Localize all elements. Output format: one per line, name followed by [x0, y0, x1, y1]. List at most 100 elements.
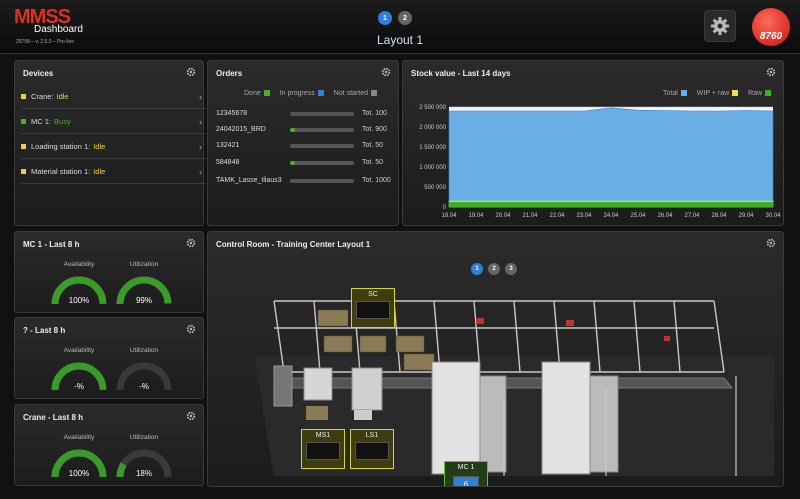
utilization-label: Utilization — [129, 261, 159, 268]
x-tick-label: 26.04 — [657, 213, 673, 219]
availability-label: Availability — [63, 434, 95, 441]
chevron-right-icon: › — [199, 92, 202, 102]
status-indicator — [21, 144, 26, 149]
station-tag-label: SC — [368, 291, 378, 298]
device-state: Idle — [93, 142, 106, 151]
x-tick-label: 19.04 — [468, 213, 484, 219]
device-name: Loading station 1: — [31, 142, 91, 151]
station-tag-screen — [356, 301, 390, 319]
scene-page-1[interactable]: 1 — [471, 263, 483, 275]
order-row[interactable]: 24042015_BRD Tot. 900 — [216, 124, 396, 138]
gear-icon[interactable] — [186, 324, 196, 334]
stock-panel: Stock value - Last 14 days Total WIP + r… — [402, 60, 784, 226]
legend-total: Total — [663, 90, 687, 97]
gear-icon[interactable] — [186, 67, 196, 77]
order-row[interactable]: 584848 Tot. 50 — [216, 157, 396, 171]
status-indicator — [21, 169, 26, 174]
orders-panel: Orders Done In progress Not started 1234… — [207, 60, 399, 226]
station-tag-ms1[interactable]: MS1 — [301, 429, 345, 469]
legend-not-started: Not started — [334, 90, 378, 97]
devices-panel: Devices Crane: Idle › MC 1: Busy › Loadi… — [14, 60, 206, 226]
station-tag-sc[interactable]: SC — [351, 288, 395, 328]
device-row-mc1[interactable]: MC 1: Busy › — [21, 110, 206, 134]
order-row[interactable]: 132421 Tot. 50 — [216, 140, 396, 154]
stock-legend: Total WIP + raw Raw — [663, 90, 772, 97]
order-progress-fill — [290, 128, 296, 132]
order-total: Tot. 50 — [362, 159, 384, 166]
stock-chart: 2 500 000 2 000 000 1 500 000 1 000 000 500 … — [419, 105, 781, 219]
top-bar: MMSS Dashboard 25758 – v. 2.5.0 – Pro li… — [0, 0, 800, 54]
station-tag-value: 6 — [453, 476, 479, 486]
legend-done: Done — [244, 90, 270, 97]
series-area-0 — [448, 107, 774, 208]
gear-icon[interactable] — [186, 238, 196, 248]
order-progress-bar — [290, 128, 354, 132]
brand-text: 8760 — [759, 31, 783, 42]
layout-page-1[interactable]: 1 — [378, 11, 392, 25]
utilization-value: 99% — [135, 296, 152, 305]
gear-icon[interactable] — [766, 238, 776, 248]
devices-title: Devices — [23, 69, 54, 78]
gear-icon[interactable] — [766, 67, 776, 77]
station-tag-label: MS1 — [315, 432, 331, 439]
status-indicator — [21, 119, 26, 124]
order-total: Tot. 900 — [362, 126, 387, 133]
availability-label: Availability — [63, 347, 95, 354]
version-text: 25758 – v. 2.5.0 – Pro line — [16, 39, 75, 45]
gauge-title: ? - Last 8 h — [23, 326, 66, 335]
availability-value: -% — [74, 382, 84, 391]
device-row-crane[interactable]: Crane: Idle › — [21, 85, 206, 109]
station-tag-ls1[interactable]: LS1 — [350, 429, 394, 469]
availability-label: Availability — [63, 261, 95, 268]
x-tick-label: 28.04 — [711, 213, 727, 219]
gauge-panel-unknown: ? - Last 8 h Availability Utilization -%… — [14, 317, 204, 399]
factory-3d-view[interactable] — [214, 276, 784, 487]
legend-wip: WIP + raw — [697, 90, 739, 97]
order-total: Tot. 1000 — [362, 177, 391, 184]
device-state: Idle — [93, 167, 106, 176]
x-tick-label: 21.04 — [522, 213, 538, 219]
scene-page-2[interactable]: 2 — [488, 263, 500, 275]
order-progress-bar — [290, 161, 354, 165]
availability-value: 100% — [68, 469, 90, 478]
station-tag-label: LS1 — [365, 432, 379, 439]
utilization-label: Utilization — [129, 434, 159, 441]
station-tag-screen — [355, 442, 389, 460]
order-row[interactable]: TAMK_Lasse_tilaus3 Tot. 1000 — [216, 175, 396, 189]
station-tag-mc1[interactable]: MC 1 6 — [444, 461, 488, 486]
orders-title: Orders — [216, 69, 243, 78]
utilization-value: -% — [139, 382, 149, 391]
x-tick-label: 24.04 — [603, 213, 619, 219]
logo-subtitle: Dashboard — [34, 24, 83, 35]
device-state: Busy — [54, 117, 71, 126]
gear-icon[interactable] — [186, 411, 196, 421]
orders-legend: Done In progress Not started — [244, 90, 378, 97]
scene-page-3[interactable]: 3 — [505, 263, 517, 275]
legend-in-progress: In progress — [280, 90, 324, 97]
layout-pager: 1 2 — [378, 11, 412, 25]
layout-page-2[interactable]: 2 — [398, 11, 412, 25]
chevron-right-icon: › — [199, 142, 202, 152]
device-row-material-station[interactable]: Material station 1: Idle › — [21, 160, 206, 184]
settings-button[interactable] — [704, 10, 736, 42]
gauge-title: Crane - Last 8 h — [23, 413, 84, 422]
order-name: 584848 — [216, 159, 240, 166]
order-name: 12345678 — [216, 110, 248, 117]
order-row[interactable]: 12345678 Tot. 100 — [216, 108, 396, 122]
utilization-value: 18% — [135, 469, 152, 478]
brand-logo: 8760 — [752, 8, 790, 46]
x-tick-label: 25.04 — [630, 213, 646, 219]
order-progress-bar — [290, 112, 354, 116]
x-tick-label: 22.04 — [549, 213, 565, 219]
order-name: TAMK_Lasse_tilaus3 — [216, 177, 282, 184]
order-progress-bar — [290, 144, 354, 148]
device-state: Idle — [56, 92, 69, 101]
device-row-loading-station[interactable]: Loading station 1: Idle › — [21, 135, 206, 159]
gauge-panel-crane: Crane - Last 8 h Availability Utilizatio… — [14, 404, 204, 486]
stock-title: Stock value - Last 14 days — [411, 69, 511, 78]
gear-icon[interactable] — [381, 67, 391, 77]
series-area-2 — [448, 201, 774, 208]
status-indicator — [21, 94, 26, 99]
order-total: Tot. 100 — [362, 110, 387, 117]
chevron-right-icon: › — [199, 117, 202, 127]
